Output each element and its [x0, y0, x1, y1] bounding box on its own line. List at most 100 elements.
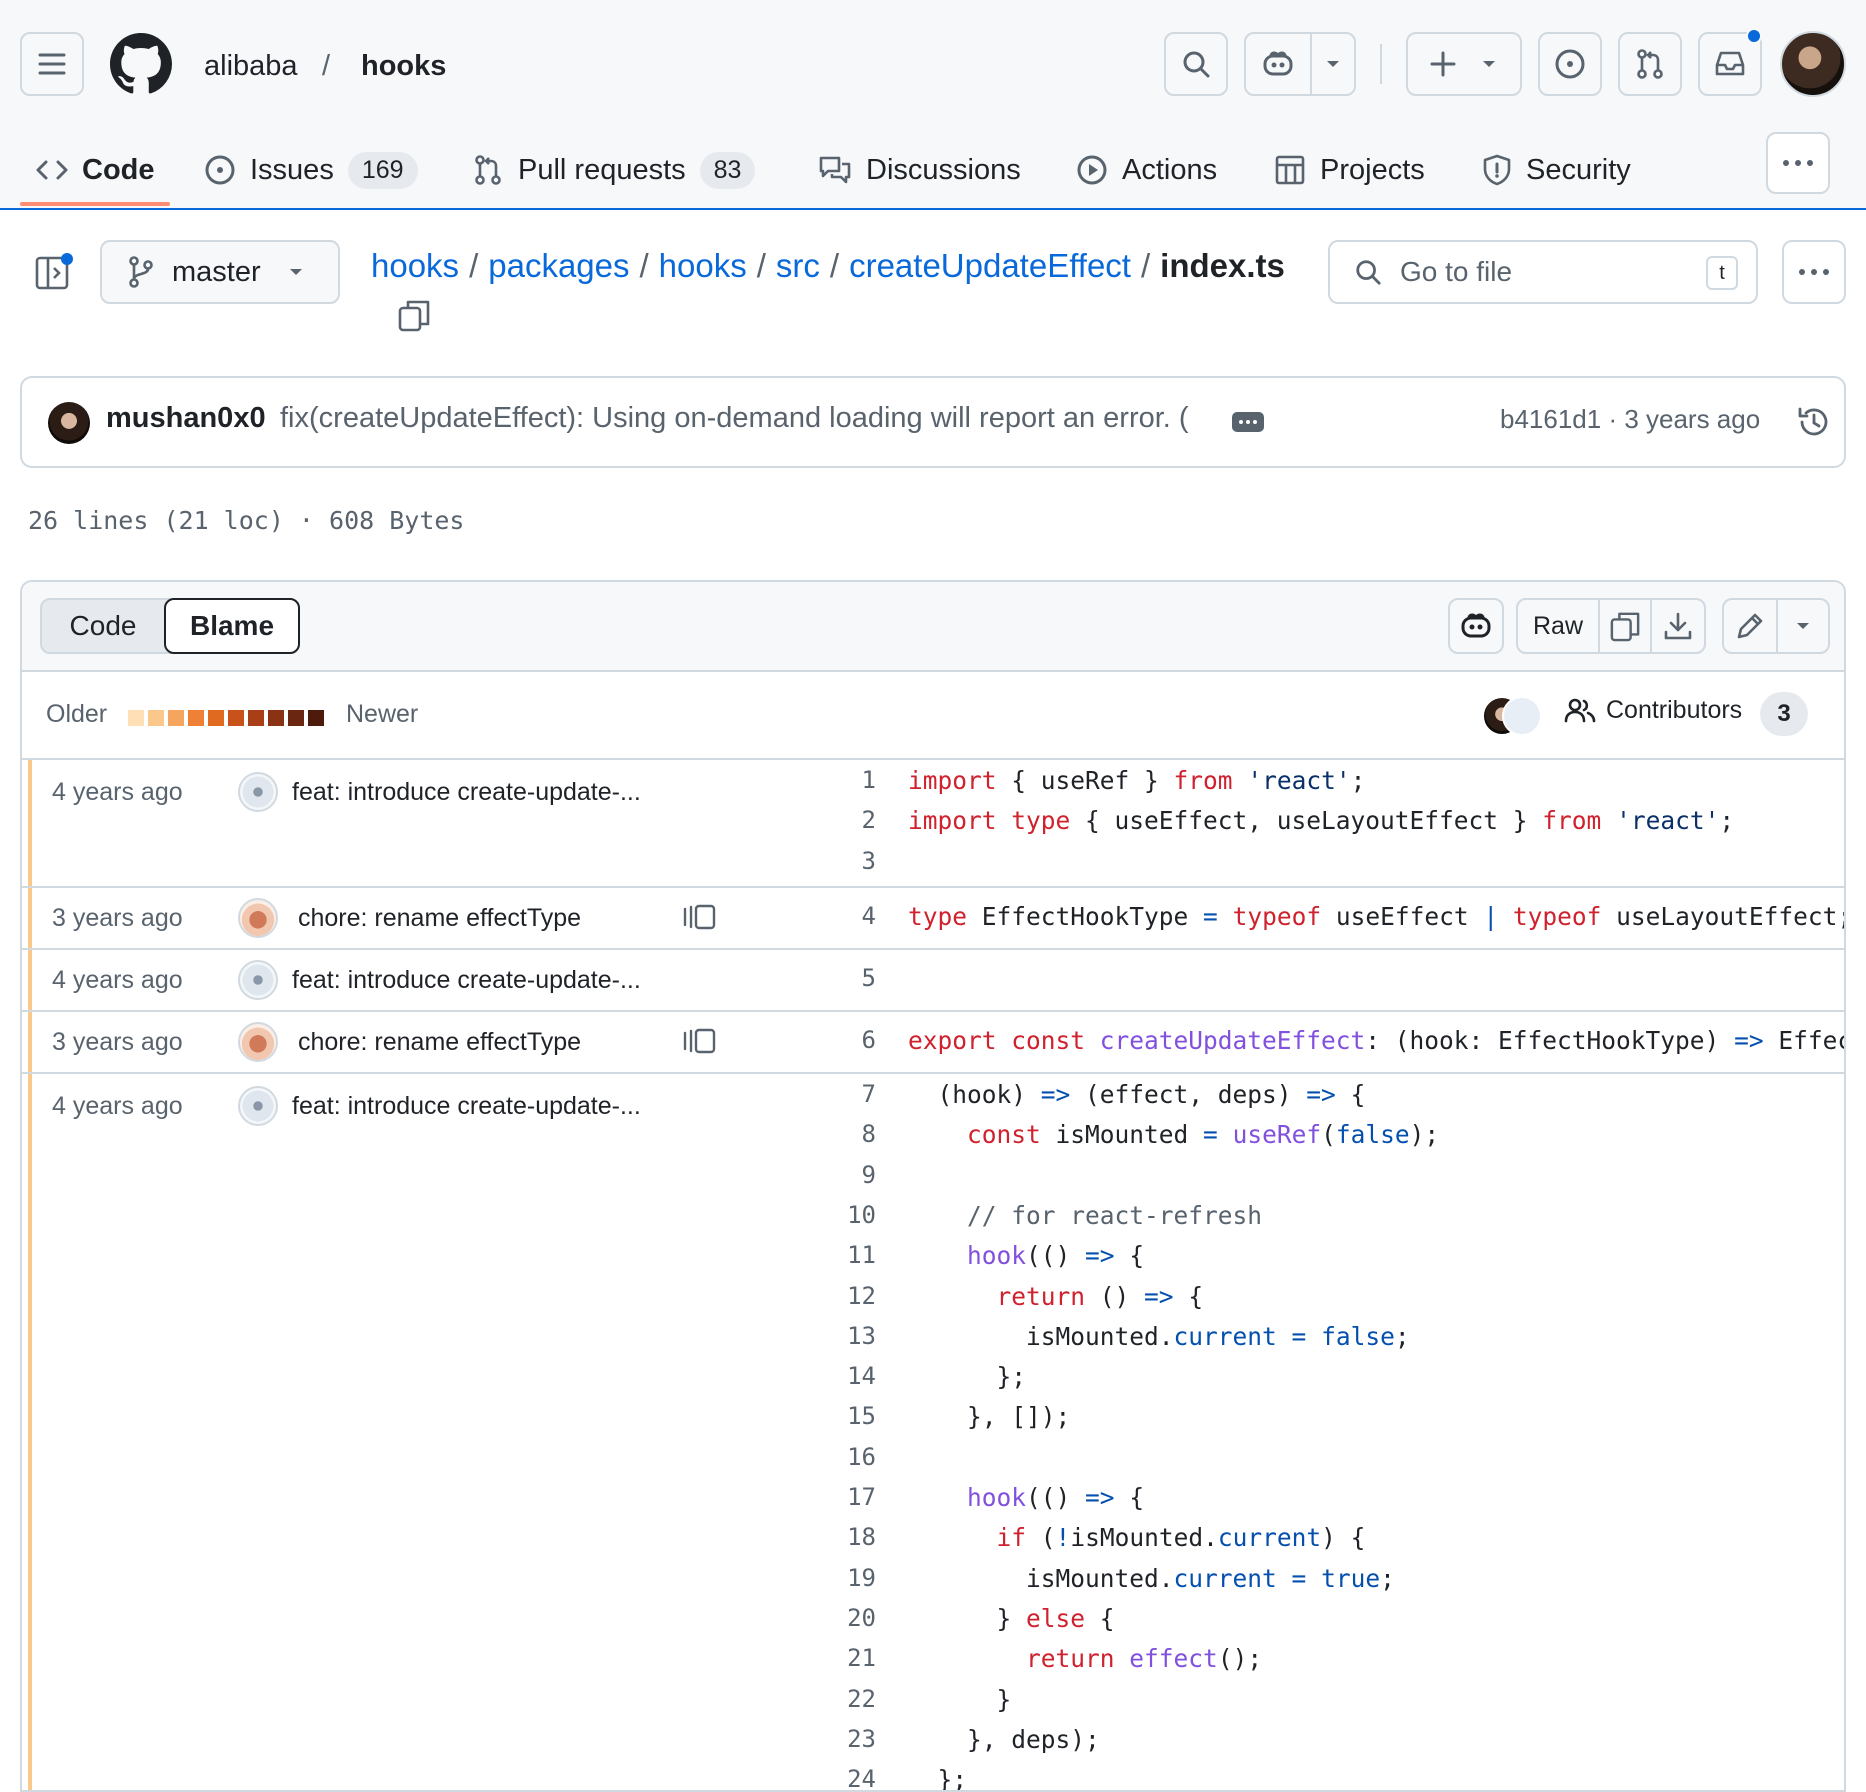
code-token: => — [1144, 1281, 1174, 1311]
discussion-icon — [819, 156, 851, 184]
line-number[interactable]: 13 — [812, 1322, 876, 1350]
shield-icon — [1483, 154, 1511, 186]
line-number[interactable]: 4 — [812, 902, 876, 930]
robot-avatar[interactable] — [238, 960, 278, 1000]
tab-discussions[interactable]: Discussions — [818, 130, 1021, 210]
commit-message-link[interactable]: feat: introduce create-update-... — [292, 778, 641, 807]
copilot-ask-button[interactable] — [1448, 598, 1504, 654]
reblame-button[interactable] — [682, 1028, 718, 1054]
breadcrumb-link[interactable]: hooks — [659, 244, 747, 288]
commit-message-link[interactable]: feat: introduce create-update-... — [292, 1092, 641, 1121]
repo-owner-link[interactable]: alibaba — [204, 46, 298, 86]
tab-pull-requests[interactable]: Pull requests 83 — [472, 130, 756, 210]
copy-raw-button[interactable] — [1598, 598, 1652, 654]
line-number[interactable]: 16 — [812, 1443, 876, 1471]
tab-label: Code — [82, 153, 155, 186]
commit-message-link[interactable]: fix(createUpdateEffect): Using on-demand… — [280, 402, 1189, 435]
breadcrumb-link[interactable]: src — [776, 244, 820, 288]
copilot-menu-button[interactable] — [1244, 32, 1356, 96]
raw-button[interactable]: Raw — [1516, 598, 1600, 654]
line-number[interactable]: 15 — [812, 1402, 876, 1430]
robot-avatar[interactable] — [238, 1086, 278, 1126]
line-number[interactable]: 9 — [812, 1161, 876, 1189]
contributors-button[interactable]: Contributors — [1564, 696, 1742, 725]
line-number[interactable]: 2 — [812, 806, 876, 834]
line-number[interactable]: 22 — [812, 1685, 876, 1713]
tab-security[interactable]: Security — [1482, 130, 1631, 210]
tab-issues[interactable]: Issues 169 — [204, 130, 418, 210]
line-number[interactable]: 3 — [812, 847, 876, 875]
breadcrumb-separator: / — [639, 247, 649, 284]
history-button[interactable] — [1796, 404, 1832, 440]
commit-author-link[interactable]: mushan0x0 — [106, 402, 266, 435]
more-tabs-button[interactable] — [1766, 132, 1830, 194]
copy-path-button[interactable] — [398, 298, 430, 332]
edit-options-dropdown[interactable] — [1776, 598, 1830, 654]
line-number[interactable]: 11 — [812, 1241, 876, 1269]
issues-shortcut-button[interactable] — [1538, 32, 1602, 96]
line-number[interactable]: 7 — [812, 1080, 876, 1108]
commit-message-link[interactable]: feat: introduce create-update-... — [292, 966, 641, 995]
commit-age: 4 years ago — [52, 966, 183, 994]
edit-file-button[interactable] — [1722, 598, 1778, 654]
pencil-icon — [1737, 613, 1763, 639]
code-view-button[interactable]: Code — [42, 600, 164, 652]
line-number[interactable]: 6 — [812, 1026, 876, 1054]
line-number[interactable]: 20 — [812, 1604, 876, 1632]
commit-sha-and-time[interactable]: b4161d1 · 3 years ago — [1500, 404, 1760, 435]
copilot-icon — [1461, 613, 1491, 638]
commit-message-link[interactable]: chore: rename effectType — [298, 1028, 581, 1057]
toggle-file-tree-button[interactable] — [34, 252, 74, 292]
breadcrumb-link[interactable]: createUpdateEffect — [849, 244, 1131, 288]
blame-view-button[interactable]: Blame — [164, 598, 300, 654]
pull-requests-shortcut-button[interactable] — [1618, 32, 1682, 96]
expand-commit-message-button[interactable] — [1232, 412, 1264, 432]
line-number[interactable]: 24 — [812, 1765, 876, 1790]
commit-message-link[interactable]: chore: rename effectType — [298, 904, 581, 933]
download-button[interactable] — [1650, 598, 1706, 654]
code-line: }, []); — [908, 1402, 1070, 1431]
code-token: ); — [1409, 1120, 1440, 1150]
robot-avatar[interactable] — [238, 772, 278, 812]
code-token: => — [1040, 1080, 1071, 1109]
line-number[interactable]: 10 — [812, 1201, 876, 1229]
reblame-button[interactable] — [682, 904, 718, 930]
search-icon — [1356, 260, 1381, 285]
tab-actions[interactable]: Actions — [1076, 130, 1217, 210]
repo-name-link[interactable]: hooks — [361, 46, 446, 86]
file-more-options-button[interactable] — [1782, 240, 1846, 304]
line-number[interactable]: 14 — [812, 1362, 876, 1390]
code-line: return () => { — [908, 1281, 1204, 1311]
branch-selector[interactable]: master — [100, 240, 340, 304]
line-number[interactable]: 5 — [812, 964, 876, 992]
active-tab-indicator — [20, 202, 170, 206]
line-number[interactable]: 21 — [812, 1644, 876, 1672]
commit-age: 4 years ago — [52, 778, 183, 806]
age-indicator — [28, 1074, 32, 1790]
commit-author-avatar[interactable] — [48, 402, 90, 444]
search-button[interactable] — [1164, 32, 1228, 96]
contributor-avatars[interactable] — [1482, 696, 1542, 736]
breadcrumb-link[interactable]: packages — [488, 244, 629, 288]
line-number[interactable]: 12 — [812, 1282, 876, 1310]
orange-avatar[interactable] — [238, 1022, 278, 1062]
breadcrumb-link[interactable]: hooks — [371, 244, 459, 288]
code-token: { useRef } — [996, 766, 1174, 795]
line-number[interactable]: 19 — [812, 1564, 876, 1592]
line-number[interactable]: 1 — [812, 766, 876, 794]
github-logo[interactable] — [110, 33, 172, 95]
menu-button[interactable] — [20, 32, 84, 96]
line-number[interactable]: 18 — [812, 1523, 876, 1551]
tab-code[interactable]: Code — [36, 130, 155, 210]
user-avatar[interactable] — [1780, 31, 1846, 97]
create-new-button[interactable] — [1406, 32, 1522, 96]
orange-avatar[interactable] — [238, 898, 278, 938]
tab-projects[interactable]: Projects — [1274, 130, 1425, 210]
tab-label: Security — [1526, 153, 1631, 186]
line-number[interactable]: 8 — [812, 1120, 876, 1148]
code-token: => — [1085, 1483, 1115, 1512]
go-to-file-input[interactable]: Go to file t — [1328, 240, 1758, 304]
line-number[interactable]: 23 — [812, 1725, 876, 1753]
line-number[interactable]: 17 — [812, 1483, 876, 1511]
